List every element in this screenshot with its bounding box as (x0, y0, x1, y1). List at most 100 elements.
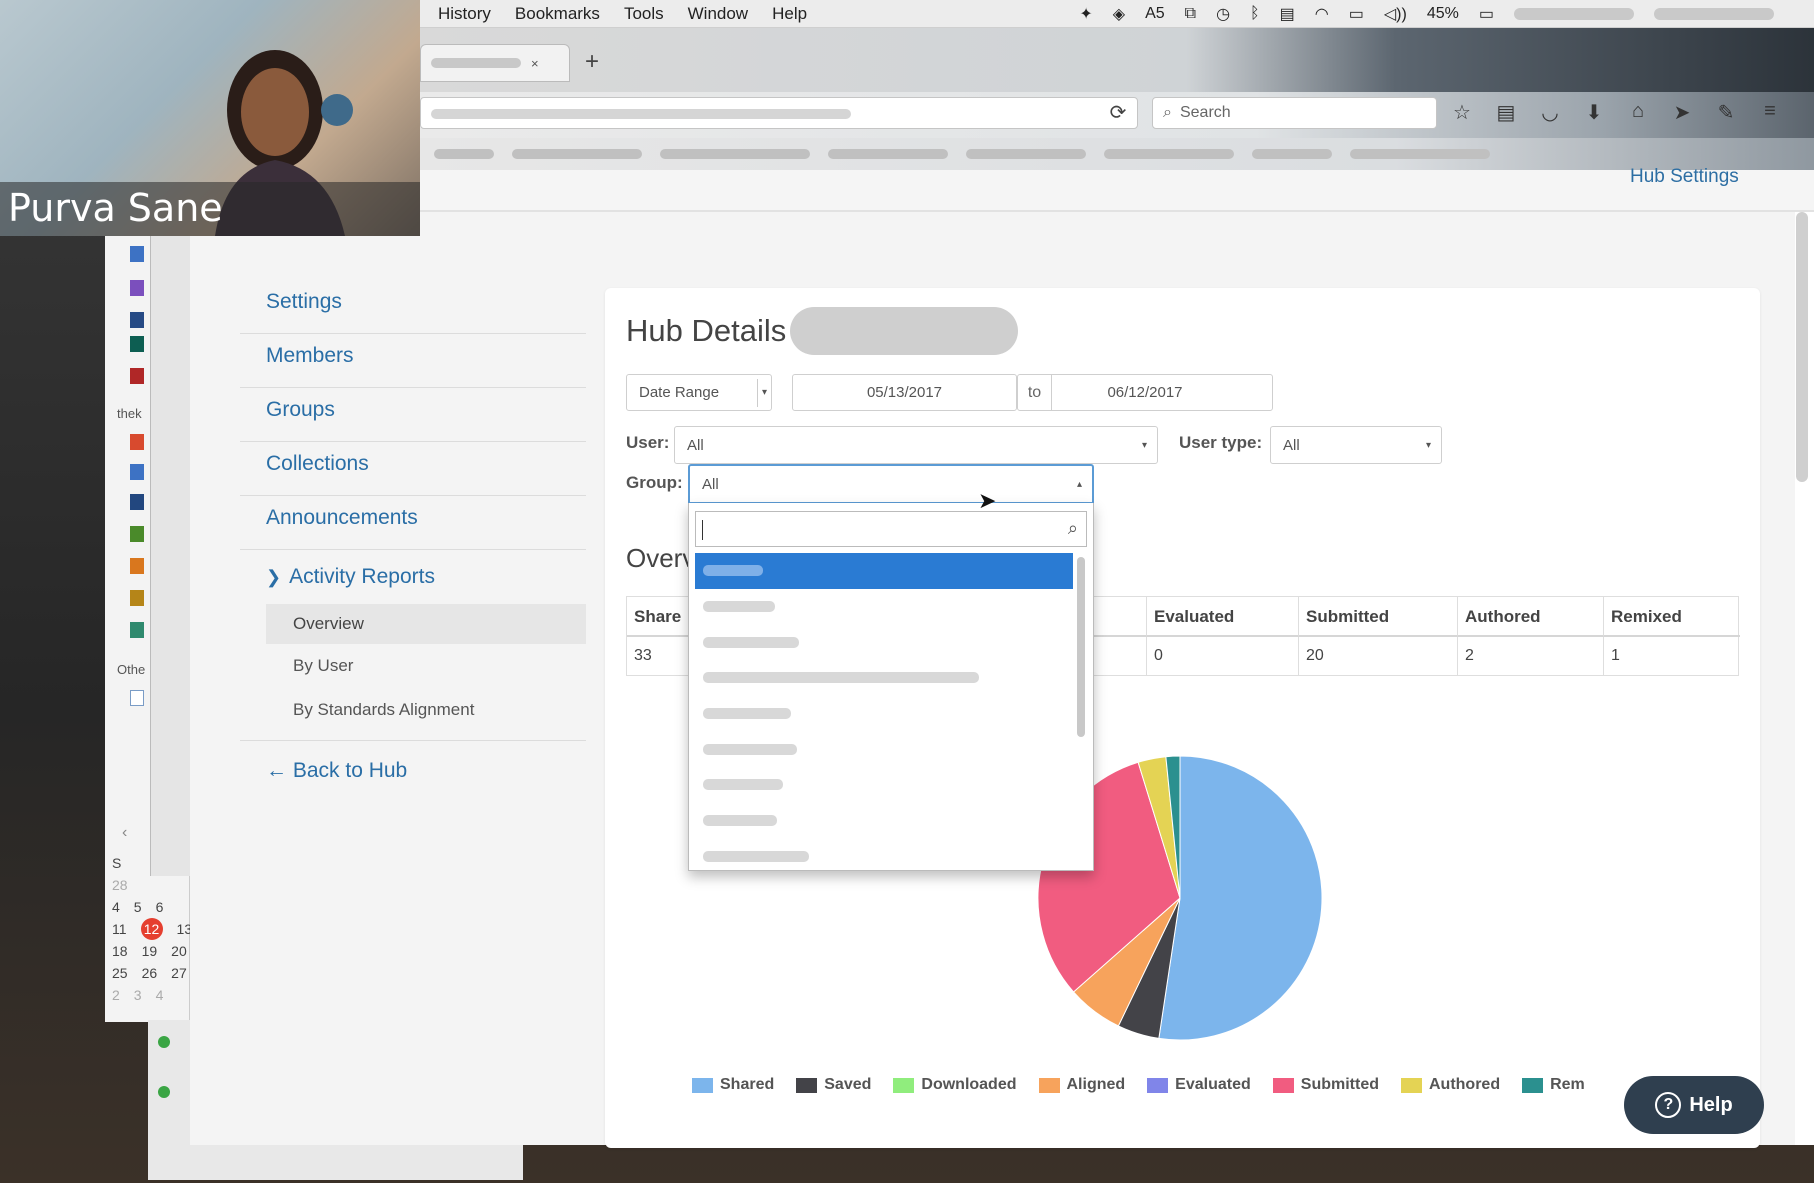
url-bar[interactable] (420, 97, 1138, 129)
send-icon[interactable]: ➤ (1672, 100, 1692, 125)
dropdown-scrollbar[interactable] (1077, 557, 1085, 737)
sidebar-item-groups[interactable]: Groups (240, 388, 586, 442)
star-icon[interactable]: ☆ (1452, 100, 1472, 125)
calendar-day[interactable]: 27 (171, 962, 187, 984)
group-option[interactable] (695, 696, 1073, 732)
group-option[interactable] (695, 767, 1073, 803)
bookmark-item[interactable] (1104, 149, 1234, 159)
legend-item[interactable]: Downloaded (893, 1076, 1017, 1094)
dropbox-icon[interactable]: ✦ (1079, 4, 1092, 24)
user-type-select[interactable]: All ▾ (1270, 426, 1442, 464)
menu-history[interactable]: History (438, 4, 491, 24)
back-to-hub-link[interactable]: ← Back to Hub (240, 740, 586, 800)
menu-bookmarks[interactable]: Bookmarks (515, 4, 600, 24)
bookmark-item[interactable] (1350, 149, 1490, 159)
calendar-day[interactable]: 18 (112, 940, 128, 962)
legend-item[interactable]: Shared (692, 1076, 774, 1094)
date-range-select[interactable]: Date Range ▾ (626, 374, 772, 411)
menu-tools[interactable]: Tools (624, 4, 664, 24)
bookmark-item[interactable] (512, 149, 642, 159)
legend-item[interactable]: Evaluated (1147, 1076, 1251, 1094)
calendar-day[interactable]: 3 (134, 984, 142, 1006)
sidebar-item-members[interactable]: Members (240, 334, 586, 388)
page-scrollbar[interactable] (1796, 212, 1808, 482)
calendar-today[interactable]: 12 (140, 918, 163, 940)
group-option[interactable] (695, 589, 1073, 625)
legend-label: Saved (824, 1076, 872, 1093)
battery-icon[interactable]: ▭ (1479, 4, 1494, 24)
browser-tab[interactable]: × (420, 44, 570, 82)
calendar-day[interactable]: 20 (171, 940, 187, 962)
clipboard-icon[interactable]: ▤ (1496, 100, 1516, 125)
sidebar-item-activity-reports[interactable]: ❯ Activity Reports (240, 550, 586, 604)
wifi-icon[interactable]: ◠ (1315, 4, 1329, 24)
sidebar-subitem-by-user[interactable]: By User (240, 646, 586, 686)
sidebar-subitem-overview[interactable]: Overview (266, 604, 586, 644)
sidebar-item-settings[interactable]: Settings (240, 280, 586, 334)
legend-item[interactable]: Authored (1400, 1076, 1500, 1094)
calendar-day[interactable]: 6 (156, 896, 164, 918)
legend-swatch (692, 1077, 713, 1093)
tool-icon[interactable]: ✎ (1716, 100, 1736, 125)
calendar-day[interactable]: 11 (112, 918, 127, 940)
legend-item[interactable]: Aligned (1038, 1076, 1126, 1094)
copy-icon[interactable]: ⧉ (1185, 5, 1196, 23)
calendar-day[interactable]: 25 (112, 962, 128, 984)
checkbox-icon[interactable] (130, 690, 144, 706)
calendar-day[interactable]: 4 (156, 984, 164, 1006)
chevron-left-icon[interactable]: ‹ (122, 824, 127, 842)
calendar-day[interactable]: 26 (142, 962, 158, 984)
shield-icon[interactable]: ◈ (1113, 4, 1125, 24)
adobe-icon[interactable]: A5 (1145, 5, 1165, 23)
home-icon[interactable]: ⌂ (1628, 100, 1648, 125)
legend-item[interactable]: Saved (796, 1076, 871, 1094)
group-option[interactable] (695, 839, 1073, 870)
calendar-color-swatch (130, 494, 144, 510)
calendar-day[interactable]: 5 (134, 896, 142, 918)
menu-help[interactable]: Help (772, 4, 807, 24)
new-tab-button[interactable]: + (585, 48, 609, 76)
group-filter-select[interactable]: All ▴ (688, 464, 1094, 504)
user-filter-select[interactable]: All ▾ (674, 426, 1158, 464)
bookmark-item[interactable] (660, 149, 810, 159)
browser-search-input[interactable]: ⌕ Search (1152, 97, 1437, 129)
calendar-day[interactable]: 4 (112, 896, 120, 918)
sidebar-subitem-by-standards[interactable]: By Standards Alignment (240, 690, 586, 730)
menu-icon[interactable]: ≡ (1760, 100, 1780, 125)
legend-item[interactable]: Rem (1522, 1076, 1585, 1094)
bluetooth-icon[interactable]: ᛒ (1250, 5, 1260, 23)
airplay-icon[interactable]: ▭ (1349, 4, 1364, 24)
time-machine-icon[interactable]: ◷ (1216, 4, 1230, 24)
calendar-day[interactable]: 2 (112, 984, 120, 1006)
pie-slice-shared[interactable] (1158, 755, 1323, 1041)
sidebar-item-collections[interactable]: Collections (240, 442, 586, 496)
question-icon: ? (1655, 1092, 1682, 1118)
menu-window[interactable]: Window (688, 4, 748, 24)
download-icon[interactable]: ⬇ (1584, 100, 1604, 125)
sidebar-item-announcements[interactable]: Announcements (240, 496, 586, 550)
date-to-input[interactable]: to 06/12/2017 (1017, 374, 1273, 411)
legend-label: Aligned (1066, 1076, 1126, 1093)
group-option[interactable] (695, 731, 1073, 767)
legend-item[interactable]: Submitted (1272, 1076, 1379, 1094)
group-option[interactable] (695, 803, 1073, 839)
volume-icon[interactable]: ◁)) (1384, 4, 1407, 24)
reload-icon[interactable]: ⟳ (1102, 98, 1134, 128)
bookmark-item[interactable] (966, 149, 1086, 159)
close-tab-icon[interactable]: × (531, 56, 539, 71)
bookmark-item[interactable] (434, 149, 494, 159)
bookmark-item[interactable] (828, 149, 948, 159)
group-option[interactable] (695, 660, 1073, 696)
group-search-input[interactable]: ⌕ (695, 511, 1087, 547)
group-option[interactable] (695, 553, 1073, 589)
hub-settings-link[interactable]: Hub Settings (1630, 166, 1739, 188)
date-from-input[interactable]: 05/13/2017 (792, 374, 1017, 411)
keyboard-icon[interactable]: ▤ (1280, 4, 1295, 24)
calendar-day[interactable]: 19 (142, 940, 158, 962)
bookmark-item[interactable] (1252, 149, 1332, 159)
group-option[interactable] (695, 624, 1073, 660)
pocket-icon[interactable]: ◡ (1540, 100, 1560, 125)
calendar-day[interactable]: 28 (112, 874, 128, 896)
help-button[interactable]: ? Help (1624, 1076, 1764, 1134)
battery-percent[interactable]: 45% (1427, 5, 1459, 23)
